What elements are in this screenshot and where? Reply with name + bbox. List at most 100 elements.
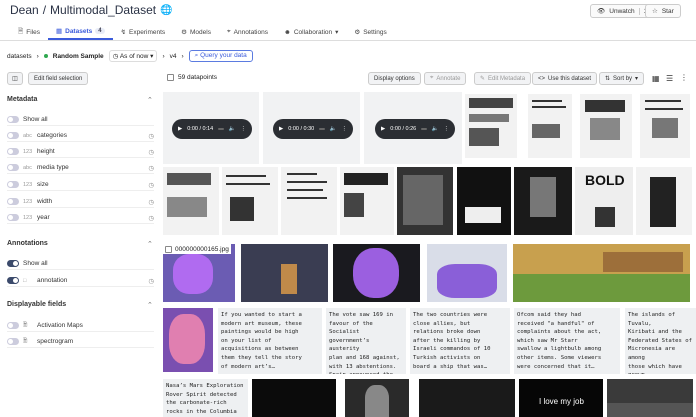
field-row-media-type[interactable]: abc media type ◷ [7,162,154,174]
field-row-size[interactable]: 123 size ◷ [7,179,154,191]
toggle-sidebar-button[interactable]: ◫ [7,72,23,85]
tab-settings[interactable]: ⚙ Settings [346,24,394,40]
select-all-checkbox[interactable] [167,74,174,81]
item-checkbox[interactable] [165,245,172,253]
toggle-switch[interactable] [7,132,19,139]
tab-experiments[interactable]: ↯ Experiments [113,24,174,40]
more-icon[interactable]: ⋮ [241,126,247,132]
volume-icon[interactable]: 🔈 [330,126,337,132]
star-button[interactable]: ☆ Star [645,4,681,18]
toggle-switch[interactable] [7,260,19,267]
tab-models[interactable]: ⚙ Models [173,24,219,40]
more-icon[interactable]: ⋮ [342,126,348,132]
as-of-select[interactable]: ◷ As of now ▾ [108,50,158,62]
breadcrumb-datasets[interactable]: datasets [7,53,32,60]
toggle-switch[interactable] [7,198,19,205]
toggle-switch[interactable] [7,277,19,284]
document-thumbnail[interactable] [281,167,337,235]
toggle-switch[interactable] [7,214,19,221]
toggle-switch[interactable] [7,338,19,345]
history-icon[interactable]: ◷ [148,181,154,189]
toggle-switch[interactable] [7,116,19,123]
history-icon[interactable]: ◷ [148,277,154,285]
audio-player[interactable]: ▶ 0:00 / 0:30 🔈 ⋮ [273,119,353,139]
play-icon[interactable]: ▶ [381,126,385,132]
photo-thumbnail[interactable] [457,167,511,235]
toggle-switch[interactable] [7,181,19,188]
owner-link[interactable]: Dean [10,3,39,17]
audio-tile[interactable]: ▶ 0:00 / 0:26 🔈 ⋮ [364,92,462,164]
annotated-image[interactable] [241,244,328,302]
play-icon[interactable]: ▶ [279,126,283,132]
breadcrumb-sample[interactable]: Random Sample [53,53,104,60]
audio-tile[interactable]: ▶ 0:00 / 0:30 🔈 ⋮ [263,92,360,164]
volume-icon[interactable]: 🔈 [229,126,236,132]
photo-thumbnail[interactable] [514,167,572,235]
history-icon[interactable]: ◷ [148,132,154,140]
list-view-icon[interactable]: ☰ [666,74,673,83]
annotated-image[interactable] [163,308,213,372]
dataset-name[interactable]: Multimodal_Dataset [50,3,156,17]
query-button[interactable]: ⌕ Query your data [188,50,253,62]
text-card[interactable]: The islands of Tuvalu, Kiribati and the … [625,308,696,374]
volume-icon[interactable]: 🔈 [432,126,439,132]
video-thumbnail[interactable] [252,379,336,417]
text-card[interactable]: The two countries were close allies, but… [410,308,510,374]
tab-datasets[interactable]: ▦ Datasets 4 [47,24,113,40]
annotate-button[interactable]: ⌖ Annotate [424,72,467,85]
document-thumbnail[interactable] [163,167,219,235]
audio-progress[interactable] [319,128,325,130]
document-thumbnail[interactable] [640,94,690,158]
display-options-button[interactable]: Display options [368,72,421,85]
audio-progress[interactable] [421,128,427,130]
tab-annotations[interactable]: ⌖ Annotations [219,24,276,40]
annotated-image[interactable] [427,244,507,302]
toggle-switch[interactable] [7,148,19,155]
chevron-up-icon[interactable]: ⌃ [147,240,153,248]
history-icon[interactable]: ◷ [148,198,154,206]
edit-metadata-button[interactable]: ✎ Edit Metadata [474,72,532,85]
chevron-up-icon[interactable]: ⌃ [147,301,153,309]
version-label[interactable]: v4 [170,53,177,60]
text-card[interactable]: The vote saw 169 in favour of the Social… [326,308,406,374]
more-options-icon[interactable]: ⋮ [680,73,688,82]
photo-thumbnail[interactable] [636,167,692,235]
text-card[interactable]: Ofcom said they had received "a handful"… [514,308,620,374]
grid-view-icon[interactable]: ▦ [652,74,660,83]
video-thumbnail[interactable] [607,379,693,417]
audio-progress[interactable] [218,128,224,130]
video-thumbnail[interactable] [419,379,515,417]
field-row-annotation[interactable]: □ annotation ◷ [7,275,154,287]
chevron-up-icon[interactable]: ⌃ [147,96,153,104]
use-dataset-button[interactable]: <> Use this dataset [532,72,598,85]
document-thumbnail[interactable] [397,167,453,235]
more-icon[interactable]: ⋮ [444,126,450,132]
document-thumbnail[interactable] [222,167,278,235]
history-icon[interactable]: ◷ [148,214,154,222]
tab-collaboration[interactable]: ☻ Collaboration ▾ [276,24,346,40]
text-card[interactable]: If you wanted to start a modern art muse… [218,308,322,374]
document-thumbnail[interactable] [528,94,572,158]
text-card[interactable]: Nasa’s Mars Exploration Rover Spirit det… [163,379,248,417]
history-icon[interactable]: ◷ [148,148,154,156]
annotated-image[interactable] [513,244,690,302]
document-thumbnail[interactable] [580,94,632,158]
play-icon[interactable]: ▶ [178,126,182,132]
selected-file-label[interactable]: 000000000165.jpg [163,244,231,254]
audio-player[interactable]: ▶ 0:00 / 0:26 🔈 ⋮ [375,119,455,139]
field-row-annotations-show-all[interactable]: Show all [7,258,154,270]
field-row-activation-maps[interactable]: 🗎 Activation Maps [7,320,154,332]
field-row-height[interactable]: 123 height ◷ [7,146,154,158]
document-thumbnail[interactable] [340,167,394,235]
toggle-switch[interactable] [7,322,19,329]
field-row-year[interactable]: 123 year ◷ [7,212,154,224]
field-row-spectrogram[interactable]: 🗎 spectrogram [7,336,154,348]
photo-thumbnail[interactable]: BOLD [575,167,633,235]
toggle-switch[interactable] [7,164,19,171]
tab-files[interactable]: 🗎 Files [10,24,48,40]
video-thumbnail[interactable] [345,379,409,417]
audio-tile[interactable]: ▶ 0:00 / 0:14 🔈 ⋮ [163,92,259,164]
video-thumbnail[interactable]: I love my job [519,379,603,417]
edit-field-selection-button[interactable]: Edit field selection [28,72,89,85]
field-row-width[interactable]: 123 width ◷ [7,196,154,208]
